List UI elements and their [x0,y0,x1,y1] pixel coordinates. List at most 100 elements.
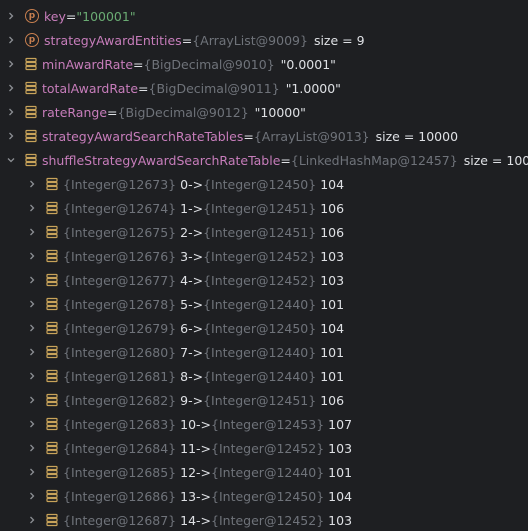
field-icon [25,81,37,95]
protected-field-icon: p [25,33,39,47]
chevron-right-icon[interactable] [27,179,37,189]
map-entry-row[interactable]: {Integer@12678} 5 -> {Integer@12440} 101 [0,292,528,316]
chevron-right-icon[interactable] [27,467,37,477]
chevron-right-icon[interactable] [27,299,37,309]
map-entry-row[interactable]: {Integer@12677} 4 -> {Integer@12452} 103 [0,268,528,292]
map-entry-row[interactable]: {Integer@12676} 3 -> {Integer@12452} 103 [0,244,528,268]
variable-row[interactable]: shuffleStrategyAwardSearchRateTable = {L… [0,148,528,172]
map-entry-icon [46,321,58,335]
map-entry-row[interactable]: {Integer@12675} 2 -> {Integer@12451} 106 [0,220,528,244]
chevron-right-icon[interactable] [27,419,37,429]
entry-value-reference: {Integer@12452} [211,440,325,456]
chevron-right-icon[interactable] [6,11,16,21]
chevron-right-icon[interactable] [27,491,37,501]
entry-key: 14 [180,512,197,528]
entry-key: 4 [180,272,189,288]
variable-row[interactable]: minAwardRate = {BigDecimal@9010} "0.0001" [0,52,528,76]
map-entry-icon [46,489,58,503]
map-entry-icon [46,225,58,239]
map-entry-icon [46,177,58,191]
variable-name: totalAwardRate [42,80,139,96]
entry-key-reference: {Integer@12679} [63,320,177,336]
chevron-right-icon[interactable] [27,515,37,525]
entry-key-reference: {Integer@12682} [63,392,177,408]
object-reference: {ArrayList@9013} [253,128,370,144]
entry-value: 106 [320,200,345,216]
entry-key: 12 [180,464,197,480]
map-entry-row[interactable]: {Integer@12682} 9 -> {Integer@12451} 106 [0,388,528,412]
map-entry-icon [46,417,58,431]
entry-value: 103 [320,272,345,288]
entry-value: 104 [320,320,345,336]
map-entry-row[interactable]: {Integer@12681} 8 -> {Integer@12440} 101 [0,364,528,388]
variable-row[interactable]: strategyAwardSearchRateTables = {ArrayLi… [0,124,528,148]
entry-value: 101 [320,344,345,360]
map-entry-row[interactable]: {Integer@12674} 1 -> {Integer@12451} 106 [0,196,528,220]
equals-sign: = [280,152,291,168]
entry-value: 106 [320,392,345,408]
entry-key: 3 [180,248,189,264]
entry-key-reference: {Integer@12685} [63,464,177,480]
map-entry-icon [46,465,58,479]
chevron-right-icon[interactable] [27,347,37,357]
variable-row[interactable]: totalAwardRate = {BigDecimal@9011} "1.000… [0,76,528,100]
entry-arrow: -> [188,392,204,408]
variable-value: size = 9 [313,32,365,48]
entry-arrow: -> [196,512,212,528]
chevron-down-icon[interactable] [6,155,16,165]
chevron-right-icon[interactable] [27,371,37,381]
variable-row[interactable]: p strategyAwardEntities = {ArrayList@9009… [0,28,528,52]
entry-value-reference: {Integer@12450} [203,320,317,336]
entry-arrow: -> [188,296,204,312]
entry-arrow: -> [188,272,204,288]
object-reference: {BigDecimal@9012} [117,104,249,120]
variable-row[interactable]: p key = "100001" [0,4,528,28]
chevron-right-icon[interactable] [6,35,16,45]
chevron-right-icon[interactable] [27,323,37,333]
entry-value-reference: {Integer@12440} [211,464,325,480]
map-entry-row[interactable]: {Integer@12683} 10 -> {Integer@12453} 107 [0,412,528,436]
equals-sign: = [243,128,254,144]
entry-arrow: -> [188,368,204,384]
map-entry-row[interactable]: {Integer@12684} 11 -> {Integer@12452} 103 [0,436,528,460]
chevron-right-icon[interactable] [27,203,37,213]
chevron-right-icon[interactable] [27,395,37,405]
chevron-right-icon[interactable] [6,83,16,93]
entry-arrow: -> [196,464,212,480]
entry-key-reference: {Integer@12681} [63,368,177,384]
map-entry-icon [46,345,58,359]
map-entry-row[interactable]: {Integer@12673} 0 -> {Integer@12450} 104 [0,172,528,196]
map-entry-row[interactable]: {Integer@12686} 13 -> {Integer@12450} 104 [0,484,528,508]
chevron-right-icon[interactable] [6,107,16,117]
chevron-right-icon[interactable] [27,275,37,285]
entry-arrow: -> [188,248,204,264]
variable-name: key [44,8,66,24]
entry-value: 103 [328,440,353,456]
map-entry-row[interactable]: {Integer@12680} 7 -> {Integer@12440} 101 [0,340,528,364]
field-icon [25,57,37,71]
entry-arrow: -> [188,176,204,192]
entry-key: 10 [180,416,197,432]
entry-arrow: -> [188,320,204,336]
map-entry-row[interactable]: {Integer@12685} 12 -> {Integer@12440} 101 [0,460,528,484]
map-entry-row[interactable]: {Integer@12687} 14 -> {Integer@12452} 103 [0,508,528,531]
map-entry-icon [46,249,58,263]
entry-key-reference: {Integer@12687} [63,512,177,528]
chevron-right-icon[interactable] [27,227,37,237]
entry-key-reference: {Integer@12674} [63,200,177,216]
map-entry-row[interactable]: {Integer@12679} 6 -> {Integer@12450} 104 [0,316,528,340]
entry-key: 9 [180,392,189,408]
entry-key: 13 [180,488,197,504]
entry-arrow: -> [188,344,204,360]
object-reference: {BigDecimal@9010} [143,56,275,72]
chevron-right-icon[interactable] [6,59,16,69]
chevron-right-icon[interactable] [27,443,37,453]
chevron-right-icon[interactable] [27,251,37,261]
chevron-right-icon[interactable] [6,131,16,141]
entry-value: 104 [320,176,345,192]
entry-key: 8 [180,368,189,384]
map-entry-icon [46,369,58,383]
variable-row[interactable]: rateRange = {BigDecimal@9012} "10000" [0,100,528,124]
equals-sign: = [133,56,144,72]
protected-field-icon: p [25,9,39,23]
